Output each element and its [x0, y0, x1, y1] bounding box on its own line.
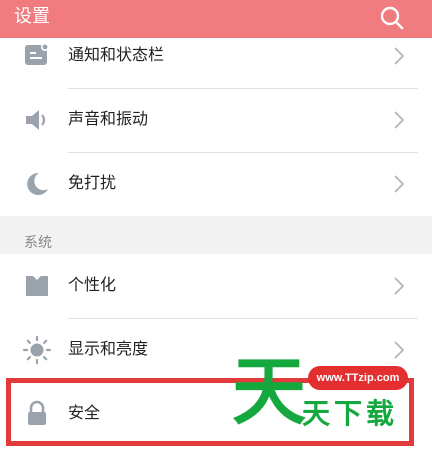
chevron-right-icon: [394, 47, 405, 65]
notification-icon: [25, 43, 49, 65]
settings-item-label: 声音和振动: [68, 109, 149, 128]
settings-item-label: 个性化: [68, 275, 117, 294]
settings-item-notifications[interactable]: 通知和状态栏: [0, 24, 432, 88]
brightness-icon: [22, 335, 52, 365]
section-header: 系统: [0, 216, 432, 254]
speaker-icon: [26, 110, 46, 130]
chevron-right-icon: [394, 111, 405, 129]
watermark-logo-char: 天: [232, 349, 306, 435]
settings-item-do-not-disturb[interactable]: 免打扰: [0, 152, 432, 216]
shirt-icon: [26, 276, 48, 296]
settings-item-personalization[interactable]: 个性化: [0, 254, 432, 318]
watermark-text: 天下载: [302, 397, 399, 430]
settings-item-label: 通知和状态栏: [68, 45, 165, 64]
watermark-url: www.TTzip.com: [308, 366, 408, 390]
settings-item-label: 显示和亮度: [68, 339, 149, 358]
section-title: 系统: [24, 235, 52, 251]
settings-item-label: 免打扰: [68, 173, 117, 192]
chevron-right-icon: [394, 175, 405, 193]
settings-item-sound[interactable]: 声音和振动: [0, 88, 432, 152]
chevron-right-icon: [394, 277, 405, 295]
moon-icon: [27, 172, 48, 195]
chevron-right-icon: [394, 341, 405, 359]
